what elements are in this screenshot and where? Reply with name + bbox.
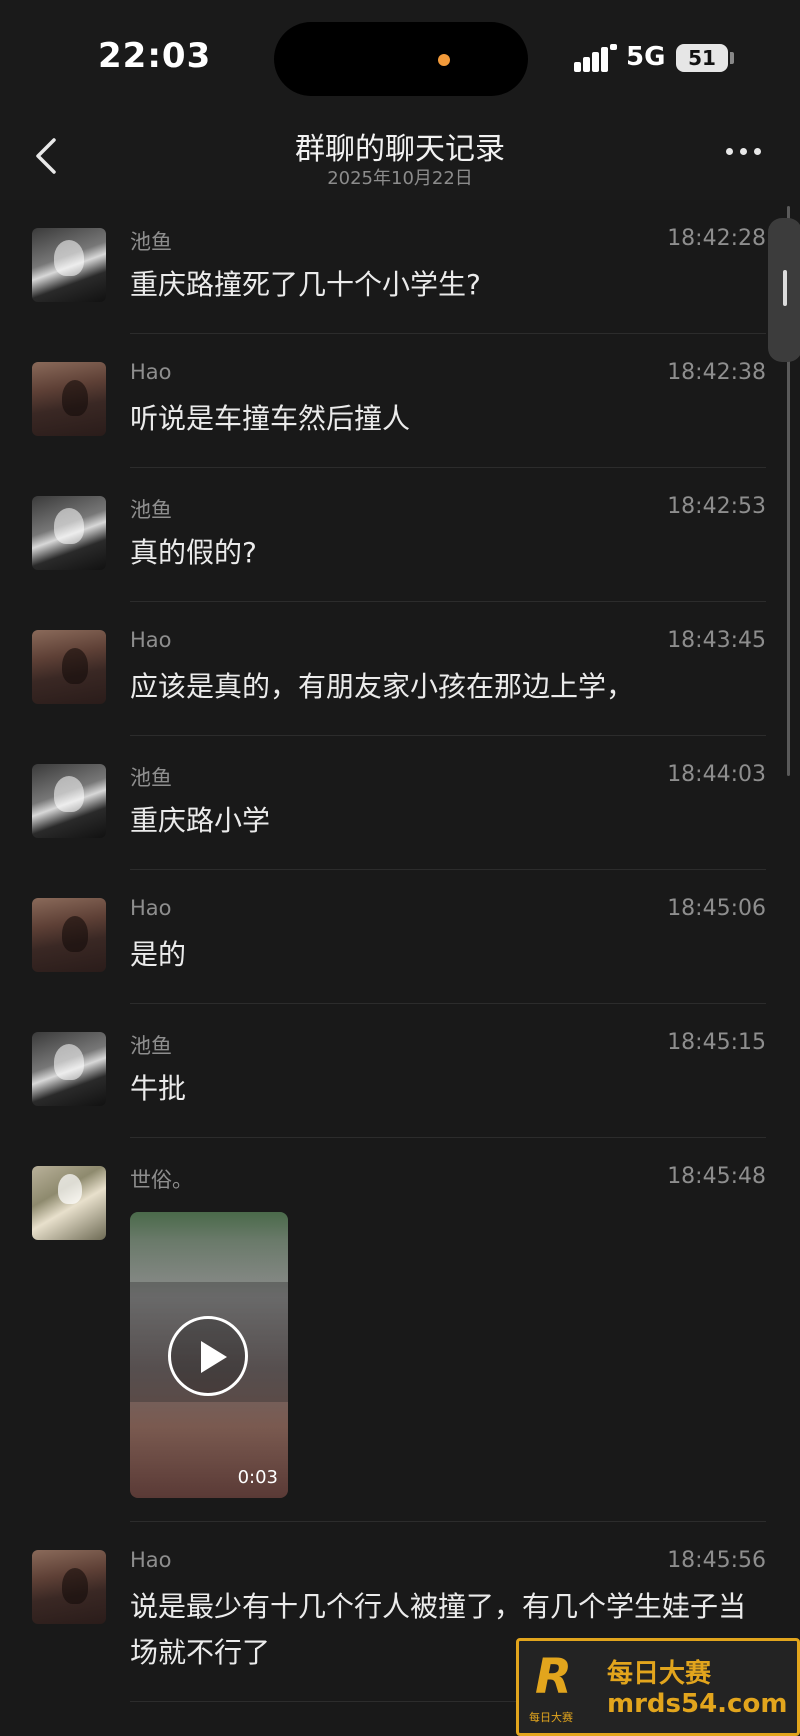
watermark-name: 每日大赛: [607, 1659, 712, 1689]
message-time: 18:43:45: [667, 628, 766, 653]
avatar[interactable]: [32, 496, 106, 570]
message-item: Hao 18:45:06 是的: [0, 870, 800, 1004]
video-thumbnail[interactable]: 0:03: [130, 1212, 288, 1498]
watermark-url: mrds54.com: [607, 1689, 788, 1719]
avatar[interactable]: [32, 898, 106, 972]
watermark-logo: R 每日大赛 每日大赛 mrds54.com: [516, 1638, 800, 1736]
sender-name: Hao: [130, 360, 172, 384]
scrollbar-handle[interactable]: [768, 218, 800, 362]
message-text: 应该是真的，有朋友家小孩在那边上学，: [130, 670, 635, 703]
message-list[interactable]: 池鱼 18:42:28 重庆路撞死了几十个小学生? Hao 18:42:38 听…: [0, 200, 800, 1736]
sender-name: 池鱼: [130, 498, 172, 522]
avatar[interactable]: [32, 228, 106, 302]
recording-indicator-icon: [438, 54, 450, 66]
avatar[interactable]: [32, 1166, 106, 1240]
sender-name: 池鱼: [130, 766, 172, 790]
sender-name: Hao: [130, 896, 172, 920]
message-item: 世俗。 18:45:48 0:03: [0, 1138, 800, 1522]
video-duration: 0:03: [237, 1467, 278, 1488]
sender-name: 世俗。: [130, 1168, 193, 1192]
battery-cap: [730, 52, 734, 64]
message-item: Hao 18:43:45 应该是真的，有朋友家小孩在那边上学，: [0, 602, 800, 736]
message-time: 18:45:15: [667, 1030, 766, 1055]
battery-icon: 51: [676, 44, 728, 72]
dynamic-island: [274, 22, 528, 96]
message-item: 池鱼 18:42:28 重庆路撞死了几十个小学生?: [0, 200, 800, 334]
message-time: 18:45:48: [667, 1164, 766, 1189]
avatar[interactable]: [32, 1032, 106, 1106]
chat-history-header: 群聊的聊天记录 2025年10月22日: [0, 118, 800, 200]
more-options-icon[interactable]: [726, 148, 762, 158]
sender-name: 池鱼: [130, 1034, 172, 1058]
message-text: 重庆路撞死了几十个小学生?: [130, 268, 481, 301]
message-item: 池鱼 18:44:03 重庆路小学: [0, 736, 800, 870]
page-date: 2025年10月22日: [327, 168, 473, 189]
avatar[interactable]: [32, 630, 106, 704]
sender-name: 池鱼: [130, 230, 172, 254]
message-time: 18:42:53: [667, 494, 766, 519]
status-time: 22:03: [98, 36, 212, 76]
message-text: 是的: [130, 938, 187, 971]
avatar[interactable]: [32, 362, 106, 436]
avatar[interactable]: [32, 1550, 106, 1624]
signal-icon: [574, 44, 617, 72]
message-item: 池鱼 18:45:15 牛批: [0, 1004, 800, 1138]
watermark-small-text: 每日大赛: [529, 1711, 573, 1724]
message-time: 18:42:38: [667, 360, 766, 385]
network-type: 5G: [626, 42, 666, 72]
status-bar: 22:03 5G 51: [0, 0, 800, 118]
message-time: 18:42:28: [667, 226, 766, 251]
sender-name: Hao: [130, 1548, 172, 1572]
message-text: 听说是车撞车然后撞人: [130, 402, 411, 435]
avatar[interactable]: [32, 764, 106, 838]
message-item: Hao 18:42:38 听说是车撞车然后撞人: [0, 334, 800, 468]
message-time: 18:45:06: [667, 896, 766, 921]
message-text: 牛批: [130, 1072, 187, 1105]
message-item: 池鱼 18:42:53 真的假的?: [0, 468, 800, 602]
message-text: 重庆路小学: [130, 804, 271, 837]
watermark-letter: R: [535, 1649, 572, 1705]
play-icon[interactable]: [168, 1316, 248, 1396]
message-time: 18:44:03: [667, 762, 766, 787]
sender-name: Hao: [130, 628, 172, 652]
message-text: 真的假的?: [130, 536, 257, 569]
message-time: 18:45:56: [667, 1548, 766, 1573]
page-title: 群聊的聊天记录: [295, 132, 505, 167]
